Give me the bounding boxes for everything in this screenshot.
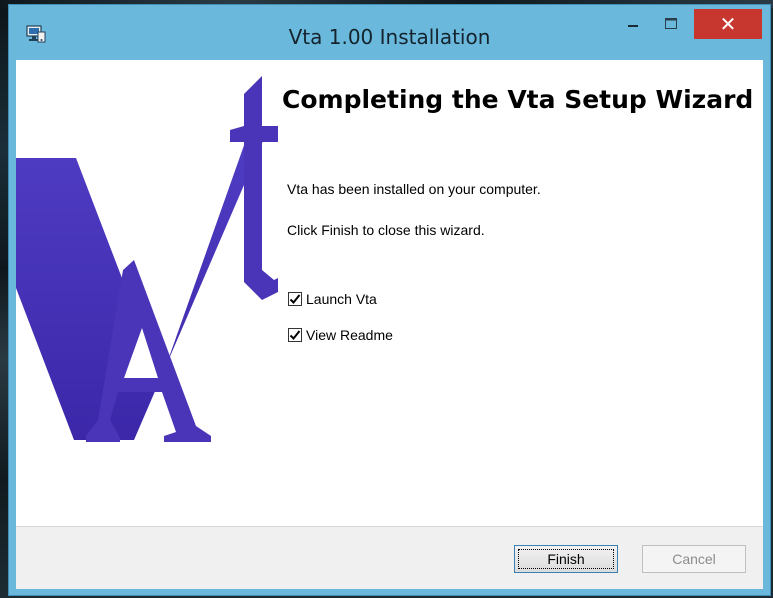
launch-vta-option[interactable]: Launch Vta	[288, 290, 377, 308]
view-readme-checkbox[interactable]	[288, 328, 302, 342]
wizard-footer: Finish Cancel	[16, 526, 763, 589]
wizard-content: Completing the Vta Setup Wizard Vta has …	[16, 60, 763, 526]
focus-rectangle	[518, 549, 614, 569]
title-bar[interactable]: Vta 1.00 Installation ✕	[9, 5, 770, 60]
maximize-button[interactable]	[657, 13, 685, 35]
minimize-button[interactable]	[619, 13, 647, 35]
window-title: Vta 1.00 Installation	[288, 25, 491, 49]
view-readme-label[interactable]: View Readme	[306, 327, 393, 343]
finish-instruction-text: Click Finish to close this wizard.	[287, 222, 485, 238]
close-icon: ✕	[719, 12, 737, 36]
launch-vta-checkbox[interactable]	[288, 292, 302, 306]
cancel-button-label: Cancel	[672, 551, 716, 567]
cancel-button[interactable]: Cancel	[642, 545, 746, 573]
maximize-icon	[665, 18, 677, 29]
finish-button[interactable]: Finish	[514, 545, 618, 573]
vta-logo	[16, 76, 278, 442]
check-icon	[289, 330, 301, 340]
install-complete-text: Vta has been installed on your computer.	[287, 181, 541, 197]
installer-window: Vta 1.00 Installation ✕ Completing the V…	[8, 4, 771, 596]
view-readme-option[interactable]: View Readme	[288, 326, 393, 344]
launch-vta-label[interactable]: Launch Vta	[306, 291, 377, 307]
minimize-icon	[628, 25, 638, 27]
check-icon	[289, 294, 301, 304]
close-button[interactable]: ✕	[694, 9, 762, 39]
wizard-heading: Completing the Vta Setup Wizard	[282, 85, 754, 114]
